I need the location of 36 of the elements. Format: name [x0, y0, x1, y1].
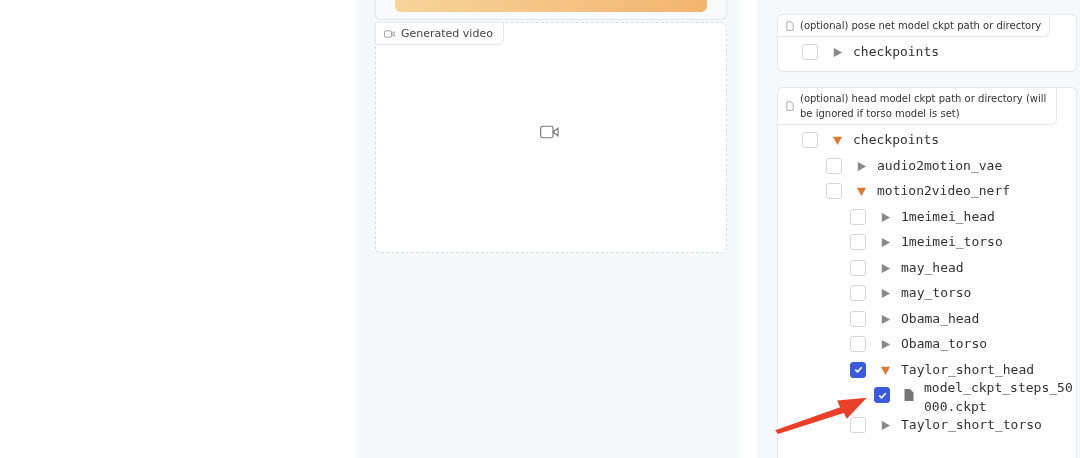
- tree-item-label[interactable]: motion2video_nerf: [877, 182, 1011, 200]
- tree-item-label[interactable]: model_ckpt_steps_50000.ckpt: [924, 378, 1076, 416]
- checkmark-icon: [852, 364, 864, 375]
- tree-item-label[interactable]: Obama_head: [901, 309, 980, 328]
- video-camera-icon: [384, 29, 395, 38]
- tree-item-label[interactable]: Obama_torso: [901, 335, 988, 353]
- collapsed-triangle-icon[interactable]: [856, 160, 867, 172]
- field-label: (optional) pose net model ckpt path or directory: [800, 19, 1042, 33]
- tree-item-label[interactable]: 1meimei_head: [901, 207, 995, 226]
- tree-item-label[interactable]: Taylor_short_head: [901, 360, 1035, 379]
- file-icon: [904, 389, 914, 401]
- tree-item-label[interactable]: Taylor_short_torso: [901, 416, 1042, 434]
- tree-item-label[interactable]: checkpoints: [853, 131, 940, 149]
- collapsed-triangle-icon[interactable]: [880, 339, 891, 350]
- checkbox[interactable]: [850, 361, 866, 378]
- expanded-triangle-icon[interactable]: [880, 364, 891, 376]
- expanded-triangle-icon[interactable]: [856, 186, 867, 197]
- file-icon: [786, 20, 794, 31]
- tree-item-label[interactable]: checkpoints: [853, 43, 940, 61]
- file-icon: [786, 101, 794, 111]
- collapsed-triangle-icon[interactable]: [880, 420, 891, 431]
- video-label-text: Generated video: [401, 27, 493, 40]
- tree-item-label[interactable]: may_torso: [901, 284, 972, 302]
- checkbox[interactable]: [874, 387, 890, 403]
- collapsed-triangle-icon[interactable]: [880, 262, 891, 274]
- tree-item-label[interactable]: may_head: [901, 258, 964, 277]
- collapsed-triangle-icon[interactable]: [832, 47, 843, 58]
- collapsed-triangle-icon[interactable]: [880, 211, 891, 223]
- collapsed-triangle-icon[interactable]: [880, 288, 891, 299]
- tree-item-label[interactable]: 1meimei_torso: [901, 233, 1003, 251]
- field-label: (optional) head model ckpt path or directory (will be ignored if torso model is set): [800, 92, 1048, 121]
- collapsed-triangle-icon[interactable]: [880, 313, 891, 325]
- expanded-triangle-icon[interactable]: [832, 135, 843, 146]
- video-camera-icon: [540, 125, 559, 139]
- tree-item-label[interactable]: audio2motion_vae: [877, 156, 1003, 175]
- collapsed-triangle-icon[interactable]: [880, 237, 891, 248]
